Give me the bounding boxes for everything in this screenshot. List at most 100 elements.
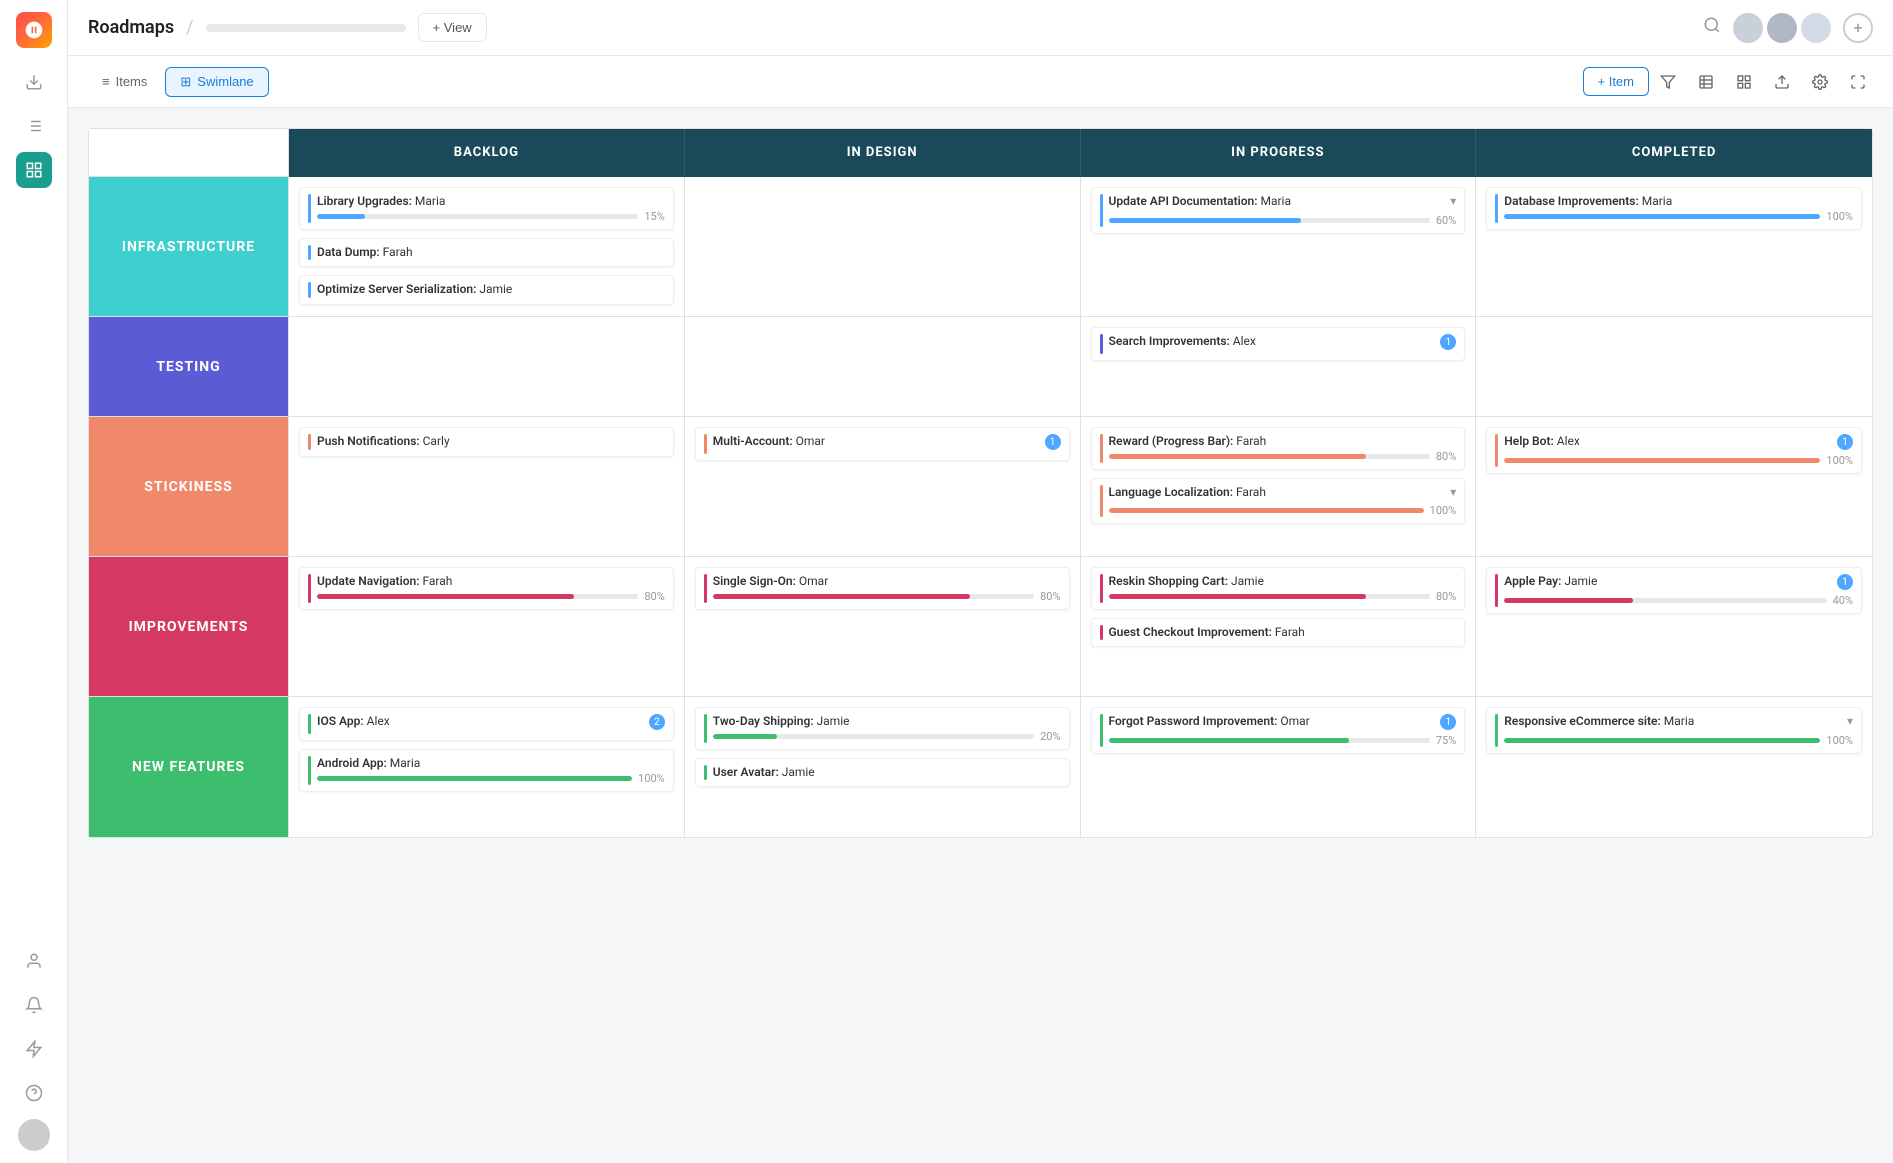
task-card[interactable]: Update API Documentation: Maria ▾ 60% [1091,187,1466,234]
avatar-3[interactable] [1801,13,1831,43]
cell-newfeatures-backlog: IOS App: Alex 2 Android App: Maria [289,697,685,837]
col-header-backlog: BACKLOG [289,129,685,177]
swimlane-icon: ⊞ [180,74,191,90]
task-card[interactable]: Guest Checkout Improvement: Farah [1091,618,1466,648]
toolbar: ≡ Items ⊞ Swimlane + Item [68,56,1893,108]
cell-stickiness-inprogress: Reward (Progress Bar): Farah 80% [1081,417,1477,557]
dropdown-icon[interactable]: ▾ [1847,714,1853,728]
app-logo[interactable] [16,12,52,48]
sidebar-list-icon[interactable] [16,108,52,144]
sidebar-roadmap-icon[interactable] [16,152,52,188]
progress-pct: 100% [1826,454,1853,467]
user-avatar[interactable] [18,1119,50,1151]
accent-bar [704,714,707,743]
task-card[interactable]: Search Improvements: Alex 1 [1091,327,1466,361]
task-title: Reskin Shopping Cart: Jamie [1109,574,1457,590]
cell-improvements-backlog: Update Navigation: Farah 80% [289,557,685,697]
task-title: Reward (Progress Bar): Farah [1109,434,1457,450]
sidebar-bottom [16,943,52,1151]
view-button[interactable]: + View [418,13,487,42]
progress-pct: 75% [1436,734,1456,747]
task-card[interactable]: Push Notifications: Carly [299,427,674,457]
progress-pct: 100% [1430,504,1457,517]
cell-infrastructure-completed: Database Improvements: Maria 100% [1476,177,1872,317]
table-icon[interactable] [1691,67,1721,97]
task-title: Search Improvements: Alex [1109,334,1256,350]
upload-icon[interactable] [1767,67,1797,97]
accent-bar [308,574,311,603]
task-card[interactable]: Apple Pay: Jamie 1 40% [1486,567,1862,614]
accent-bar [308,245,311,261]
task-title: User Avatar: Jamie [713,765,1061,781]
task-title: Optimize Server Serialization: Jamie [317,282,665,298]
task-card[interactable]: Library Upgrades: Maria 15% [299,187,674,230]
task-title: Update API Documentation: Maria [1109,194,1291,210]
progress-pct: 80% [1040,590,1060,603]
page-title: Roadmaps [88,17,174,38]
tab-swimlane[interactable]: ⊞ Swimlane [165,67,268,97]
task-card[interactable]: Responsive eCommerce site: Maria ▾ 100% [1486,707,1862,754]
task-card[interactable]: Single Sign-On: Omar 80% [695,567,1070,610]
task-title: Two-Day Shipping: Jamie [713,714,1061,730]
progress-pct: 40% [1833,594,1853,607]
layout-icon[interactable] [1729,67,1759,97]
filter-icon[interactable] [1653,67,1683,97]
avatar-2[interactable] [1767,13,1797,43]
task-title: IOS App: Alex [317,714,390,730]
cell-improvements-inprogress: Reskin Shopping Cart: Jamie 80% Guest Ch… [1081,557,1477,697]
task-title: Multi-Account: Omar [713,434,825,450]
sidebar-help-icon[interactable] [16,1075,52,1111]
progress-pct: 20% [1040,730,1060,743]
accent-bar [308,714,311,734]
task-card[interactable]: Multi-Account: Omar 1 [695,427,1070,461]
task-card[interactable]: Reward (Progress Bar): Farah 80% [1091,427,1466,470]
settings-icon[interactable] [1805,67,1835,97]
dropdown-icon[interactable]: ▾ [1450,194,1456,208]
row-label-infrastructure: INFRASTRUCTURE [89,177,289,317]
task-card[interactable]: Reskin Shopping Cart: Jamie 80% [1091,567,1466,610]
sidebar-lightning-icon[interactable] [16,1031,52,1067]
accent-bar [308,282,311,298]
tab-items[interactable]: ≡ Items [88,68,161,95]
task-title: Database Improvements: Maria [1504,194,1853,210]
progress-pct: 80% [644,590,664,603]
task-card[interactable]: Language Localization: Farah ▾ 100% [1091,478,1466,525]
task-card[interactable]: Android App: Maria 100% [299,749,674,792]
task-card[interactable]: User Avatar: Jamie [695,758,1070,788]
task-card[interactable]: Two-Day Shipping: Jamie 20% [695,707,1070,750]
task-card[interactable]: Database Improvements: Maria 100% [1486,187,1862,230]
grid-corner [89,129,289,177]
cell-testing-completed [1476,317,1872,417]
cell-stickiness-completed: Help Bot: Alex 1 100% [1476,417,1872,557]
dropdown-icon[interactable]: ▾ [1450,485,1456,499]
task-card[interactable]: Forgot Password Improvement: Omar 1 75% [1091,707,1466,754]
sidebar-bell-icon[interactable] [16,987,52,1023]
avatar-1[interactable] [1733,13,1763,43]
cell-infrastructure-indesign [685,177,1081,317]
accent-bar [1495,574,1498,607]
sidebar-person-icon[interactable] [16,943,52,979]
accent-bar [308,194,311,223]
task-title: Apple Pay: Jamie [1504,574,1597,590]
task-badge: 1 [1045,434,1061,450]
search-icon[interactable] [1703,16,1721,39]
task-title: Language Localization: Farah [1109,485,1266,501]
task-card[interactable]: Optimize Server Serialization: Jamie [299,275,674,305]
sidebar-download-icon[interactable] [16,64,52,100]
cell-newfeatures-completed: Responsive eCommerce site: Maria ▾ 100% [1476,697,1872,837]
task-card[interactable]: Update Navigation: Farah 80% [299,567,674,610]
task-title: Library Upgrades: Maria [317,194,665,210]
cell-improvements-completed: Apple Pay: Jamie 1 40% [1476,557,1872,697]
cell-testing-inprogress: Search Improvements: Alex 1 [1081,317,1477,417]
accent-bar [1495,434,1498,467]
accent-bar [1100,714,1103,747]
add-member-button[interactable]: + [1843,13,1873,43]
task-card[interactable]: Data Dump: Farah [299,238,674,268]
cell-newfeatures-inprogress: Forgot Password Improvement: Omar 1 75% [1081,697,1477,837]
task-card[interactable]: Help Bot: Alex 1 100% [1486,427,1862,474]
expand-icon[interactable] [1843,67,1873,97]
task-card[interactable]: IOS App: Alex 2 [299,707,674,741]
accent-bar [1100,434,1103,463]
add-item-button[interactable]: + Item [1583,67,1650,96]
breadcrumb [206,24,406,32]
